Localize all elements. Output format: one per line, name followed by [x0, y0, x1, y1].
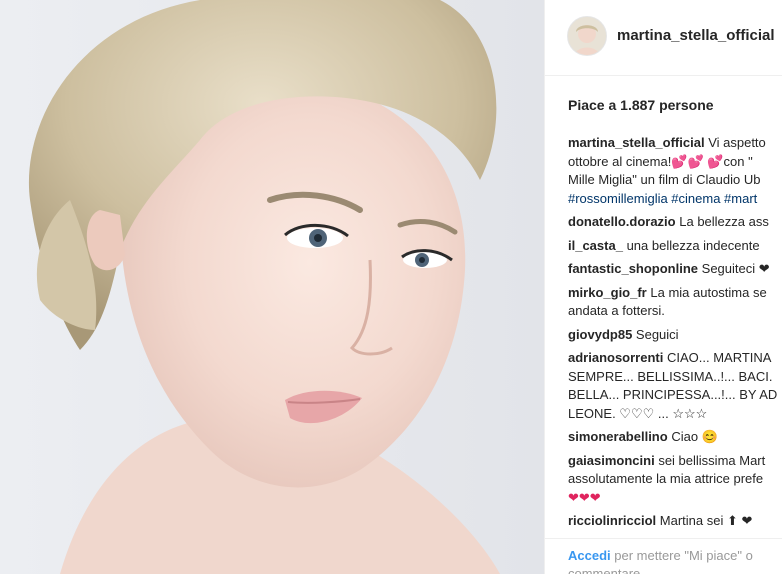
- login-prompt-text: Accedi per mettere "Mi piace" o commenta…: [568, 547, 782, 574]
- comment-text: La bellezza ass: [679, 214, 769, 229]
- comment-text: sei bellissima Mart: [658, 452, 766, 468]
- comment-text-line4: LEONE. ♡♡♡ ... ☆☆☆: [568, 405, 708, 421]
- caption-username[interactable]: martina_stella_official: [568, 135, 705, 150]
- post-username-link[interactable]: martina_stella_official: [617, 27, 775, 44]
- comment-text: una bellezza indecente: [626, 237, 760, 253]
- comment-username[interactable]: ricciolinricciol: [568, 513, 656, 528]
- comment-username[interactable]: fantastic_shoponline: [568, 261, 698, 276]
- portrait-image: [0, 0, 544, 574]
- avatar[interactable]: [567, 16, 607, 56]
- comment-item: adrianosorrenti CIAO... MARTINA SEMPRE..…: [568, 349, 782, 423]
- comment-item: mirko_gio_fr La mia autostima se andata …: [568, 284, 782, 321]
- comment-text-line3: ❤❤❤: [568, 489, 601, 505]
- caption-text-line3: Mille Miglia" un film di Claudio Ub: [568, 172, 761, 187]
- comment-item: simonerabellino Ciao 😊: [568, 428, 782, 447]
- comment-username[interactable]: il_casta_: [568, 238, 623, 253]
- comment-text: Seguiteci ❤: [701, 261, 770, 276]
- post-header: martina_stella_official: [545, 0, 782, 76]
- comment-text-line3: BELLA... PRINCIPESSA...!... BY AD: [568, 387, 778, 402]
- caption-hashtags[interactable]: #rossomillemiglia #cinema #mart: [568, 191, 757, 206]
- login-text-line2: commentare.: [568, 566, 644, 574]
- comment-item: gaiasimoncini sei bellissima Mart assolu…: [568, 452, 782, 508]
- caption: martina_stella_official Vi aspetto ottob…: [568, 134, 782, 208]
- comment-username[interactable]: adrianosorrenti: [568, 350, 663, 365]
- comment-username[interactable]: donatello.dorazio: [568, 214, 676, 229]
- post-photo[interactable]: [0, 0, 544, 574]
- comment-item: donatello.dorazio La bellezza ass: [568, 213, 782, 232]
- comment-text: CIAO... MARTINA: [666, 350, 772, 365]
- comment-username[interactable]: mirko_gio_fr: [568, 285, 647, 300]
- likes-count[interactable]: Piace a 1.887 persone: [568, 97, 714, 113]
- comment-item: fantastic_shoponline Seguiteci ❤: [568, 260, 782, 279]
- comment-text: Seguici: [635, 326, 679, 342]
- caption-text-line2: ottobre al cinema!💕💕 💕con ": [568, 153, 753, 169]
- comments-list: martina_stella_official Vi aspetto ottob…: [568, 134, 782, 536]
- comment-text: Ciao 😊: [671, 429, 718, 444]
- comment-item: il_casta_ una bellezza indecente: [568, 237, 782, 256]
- login-link[interactable]: Accedi: [568, 548, 611, 563]
- comment-item: giovydp85 Seguici: [568, 326, 782, 345]
- comment-item: ricciolinricciol Martina sei ⬆ ❤: [568, 512, 782, 531]
- comment-username[interactable]: simonerabellino: [568, 429, 668, 444]
- comment-text: Martina sei ⬆ ❤: [659, 513, 753, 528]
- comment-text-line2: SEMPRE... BELLISSIMA..!... BACI.: [568, 368, 773, 384]
- avatar-image: [568, 17, 606, 55]
- comment-username[interactable]: giovydp85: [568, 327, 632, 342]
- comment-text-line2: assolutamente la mia attrice prefe: [568, 471, 764, 486]
- comment-text: La mia autostima se: [650, 284, 767, 300]
- post-side-panel: martina_stella_official Piace a 1.887 pe…: [544, 0, 782, 574]
- comment-username[interactable]: gaiasimoncini: [568, 453, 655, 468]
- comment-text-line2: andata a fottersi.: [568, 303, 665, 318]
- caption-text-line1: Vi aspetto: [708, 135, 766, 150]
- login-prompt: Accedi per mettere "Mi piace" o commenta…: [545, 538, 782, 574]
- instagram-post-view: martina_stella_official Piace a 1.887 pe…: [0, 0, 782, 574]
- login-text: per mettere "Mi piace" o: [614, 548, 753, 563]
